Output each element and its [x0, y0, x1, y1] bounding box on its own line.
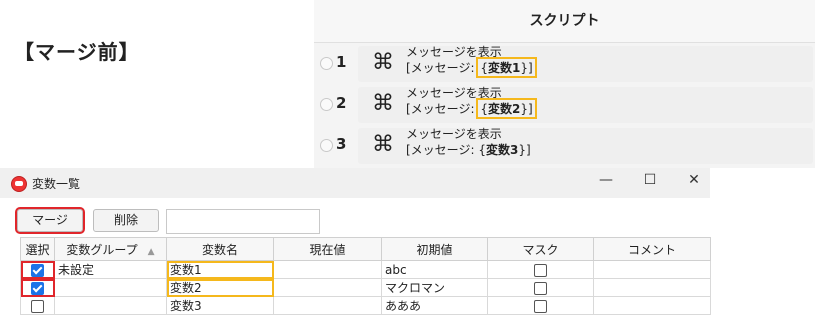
- mask-cell[interactable]: [487, 296, 594, 315]
- variable-list-window: 変数一覧 — ☐ ✕ マージ 削除 選択 変数グループ ▲ 変数名 現在値 初期値…: [0, 168, 711, 331]
- variable-reference: {変数3}]: [478, 141, 530, 158]
- step-param: [メッセージ: {変数1}]: [406, 57, 537, 78]
- comment-cell[interactable]: [593, 296, 711, 315]
- mask-cell[interactable]: [487, 260, 594, 279]
- brace-close: }]: [520, 102, 533, 116]
- step-number: 1: [336, 53, 347, 71]
- variable-reference: {変数1}]: [476, 57, 537, 78]
- step-handle-icon[interactable]: [320, 98, 333, 111]
- brace-open: {: [480, 102, 488, 116]
- script-step[interactable]: 1 ⌘ メッセージを表示 [メッセージ: {変数1}]: [314, 45, 815, 83]
- delete-button[interactable]: 削除: [93, 209, 159, 232]
- table-row[interactable]: 変数2 マクロマン: [20, 278, 711, 297]
- mask-checkbox[interactable]: [534, 263, 547, 277]
- column-header-comment[interactable]: コメント: [593, 237, 711, 261]
- select-cell[interactable]: [20, 260, 55, 279]
- variable-name: 変数1: [487, 61, 521, 75]
- step-handle-icon[interactable]: [320, 57, 333, 70]
- sort-ascending-icon[interactable]: ▲: [148, 247, 155, 257]
- command-icon: ⌘: [372, 132, 394, 157]
- page-heading: 【マージ前】: [14, 40, 140, 64]
- script-step[interactable]: 2 ⌘ メッセージを表示 [メッセージ: {変数2}]: [314, 86, 815, 124]
- minimize-icon[interactable]: —: [596, 172, 616, 188]
- group-cell[interactable]: [54, 296, 167, 315]
- current-value-cell[interactable]: [273, 296, 382, 315]
- script-panel: スクリプト 1 ⌘ メッセージを表示 [メッセージ: {変数1}] 2 ⌘ メッ…: [314, 0, 815, 168]
- table-header-row: 選択 変数グループ ▲ 変数名 現在値 初期値 マスク コメント: [20, 237, 711, 261]
- step-param: [メッセージ: {変数2}]: [406, 98, 537, 119]
- variable-name: 変数2: [487, 102, 521, 116]
- step-action: メッセージを表示: [406, 86, 502, 100]
- app-logo-icon: [11, 176, 27, 192]
- mask-cell[interactable]: [487, 278, 594, 297]
- brace-close: }]: [520, 61, 533, 75]
- close-icon[interactable]: ✕: [684, 172, 704, 188]
- script-header: スクリプト: [314, 0, 815, 43]
- select-checkbox[interactable]: [31, 299, 44, 313]
- comment-cell[interactable]: [593, 278, 711, 297]
- mask-checkbox[interactable]: [534, 281, 547, 295]
- variable-reference: {変数2}]: [476, 98, 537, 119]
- param-prefix: [メッセージ:: [406, 61, 475, 75]
- select-cell[interactable]: [20, 296, 55, 315]
- step-param: [メッセージ: {変数3}]: [406, 141, 531, 158]
- column-header-initial[interactable]: 初期値: [381, 237, 488, 261]
- brace-open: {: [478, 143, 486, 157]
- step-number: 2: [336, 94, 347, 112]
- brace-close: }]: [518, 143, 531, 157]
- step-action: メッセージを表示: [406, 45, 502, 59]
- name-cell[interactable]: 変数1: [166, 260, 274, 279]
- step-handle-icon[interactable]: [320, 139, 333, 152]
- command-icon: ⌘: [372, 50, 394, 75]
- name-cell[interactable]: 変数2: [166, 278, 274, 297]
- column-header-name[interactable]: 変数名: [166, 237, 274, 261]
- current-value-cell[interactable]: [273, 278, 382, 297]
- script-step[interactable]: 3 ⌘ メッセージを表示 [メッセージ: {変数3}]: [314, 127, 815, 165]
- select-checkbox[interactable]: [31, 281, 44, 295]
- column-header-current[interactable]: 現在値: [273, 237, 382, 261]
- command-icon: ⌘: [372, 91, 394, 116]
- table-row[interactable]: 変数3 あああ: [20, 296, 711, 315]
- column-header-select[interactable]: 選択: [20, 237, 55, 261]
- step-action: メッセージを表示: [406, 127, 502, 141]
- step-number: 3: [336, 135, 347, 153]
- merge-button[interactable]: マージ: [15, 207, 85, 234]
- comment-cell[interactable]: [593, 260, 711, 279]
- initial-value-cell[interactable]: マクロマン: [381, 278, 488, 297]
- group-cell[interactable]: 未設定: [54, 260, 167, 279]
- title-bar[interactable]: 変数一覧 — ☐ ✕: [0, 168, 710, 198]
- param-prefix: [メッセージ:: [406, 102, 475, 116]
- maximize-icon[interactable]: ☐: [640, 172, 660, 188]
- table-row[interactable]: 未設定 変数1 abc: [20, 260, 711, 279]
- select-checkbox[interactable]: [31, 263, 44, 277]
- name-cell[interactable]: 変数3: [166, 296, 274, 315]
- current-value-cell[interactable]: [273, 260, 382, 279]
- column-header-group[interactable]: 変数グループ ▲: [54, 237, 167, 261]
- brace-open: {: [480, 61, 488, 75]
- column-header-mask[interactable]: マスク: [487, 237, 594, 261]
- variable-table: 選択 変数グループ ▲ 変数名 現在値 初期値 マスク コメント 未設定 変数1 …: [20, 237, 711, 315]
- mask-checkbox[interactable]: [534, 299, 547, 313]
- select-cell[interactable]: [20, 278, 55, 297]
- variable-name: 変数3: [485, 143, 519, 157]
- filter-input[interactable]: [166, 209, 320, 234]
- param-prefix: [メッセージ:: [406, 143, 475, 157]
- group-cell[interactable]: [54, 278, 167, 297]
- column-header-label: 変数グループ: [66, 242, 138, 257]
- initial-value-cell[interactable]: あああ: [381, 296, 488, 315]
- initial-value-cell[interactable]: abc: [381, 260, 488, 279]
- window-title: 変数一覧: [32, 177, 81, 191]
